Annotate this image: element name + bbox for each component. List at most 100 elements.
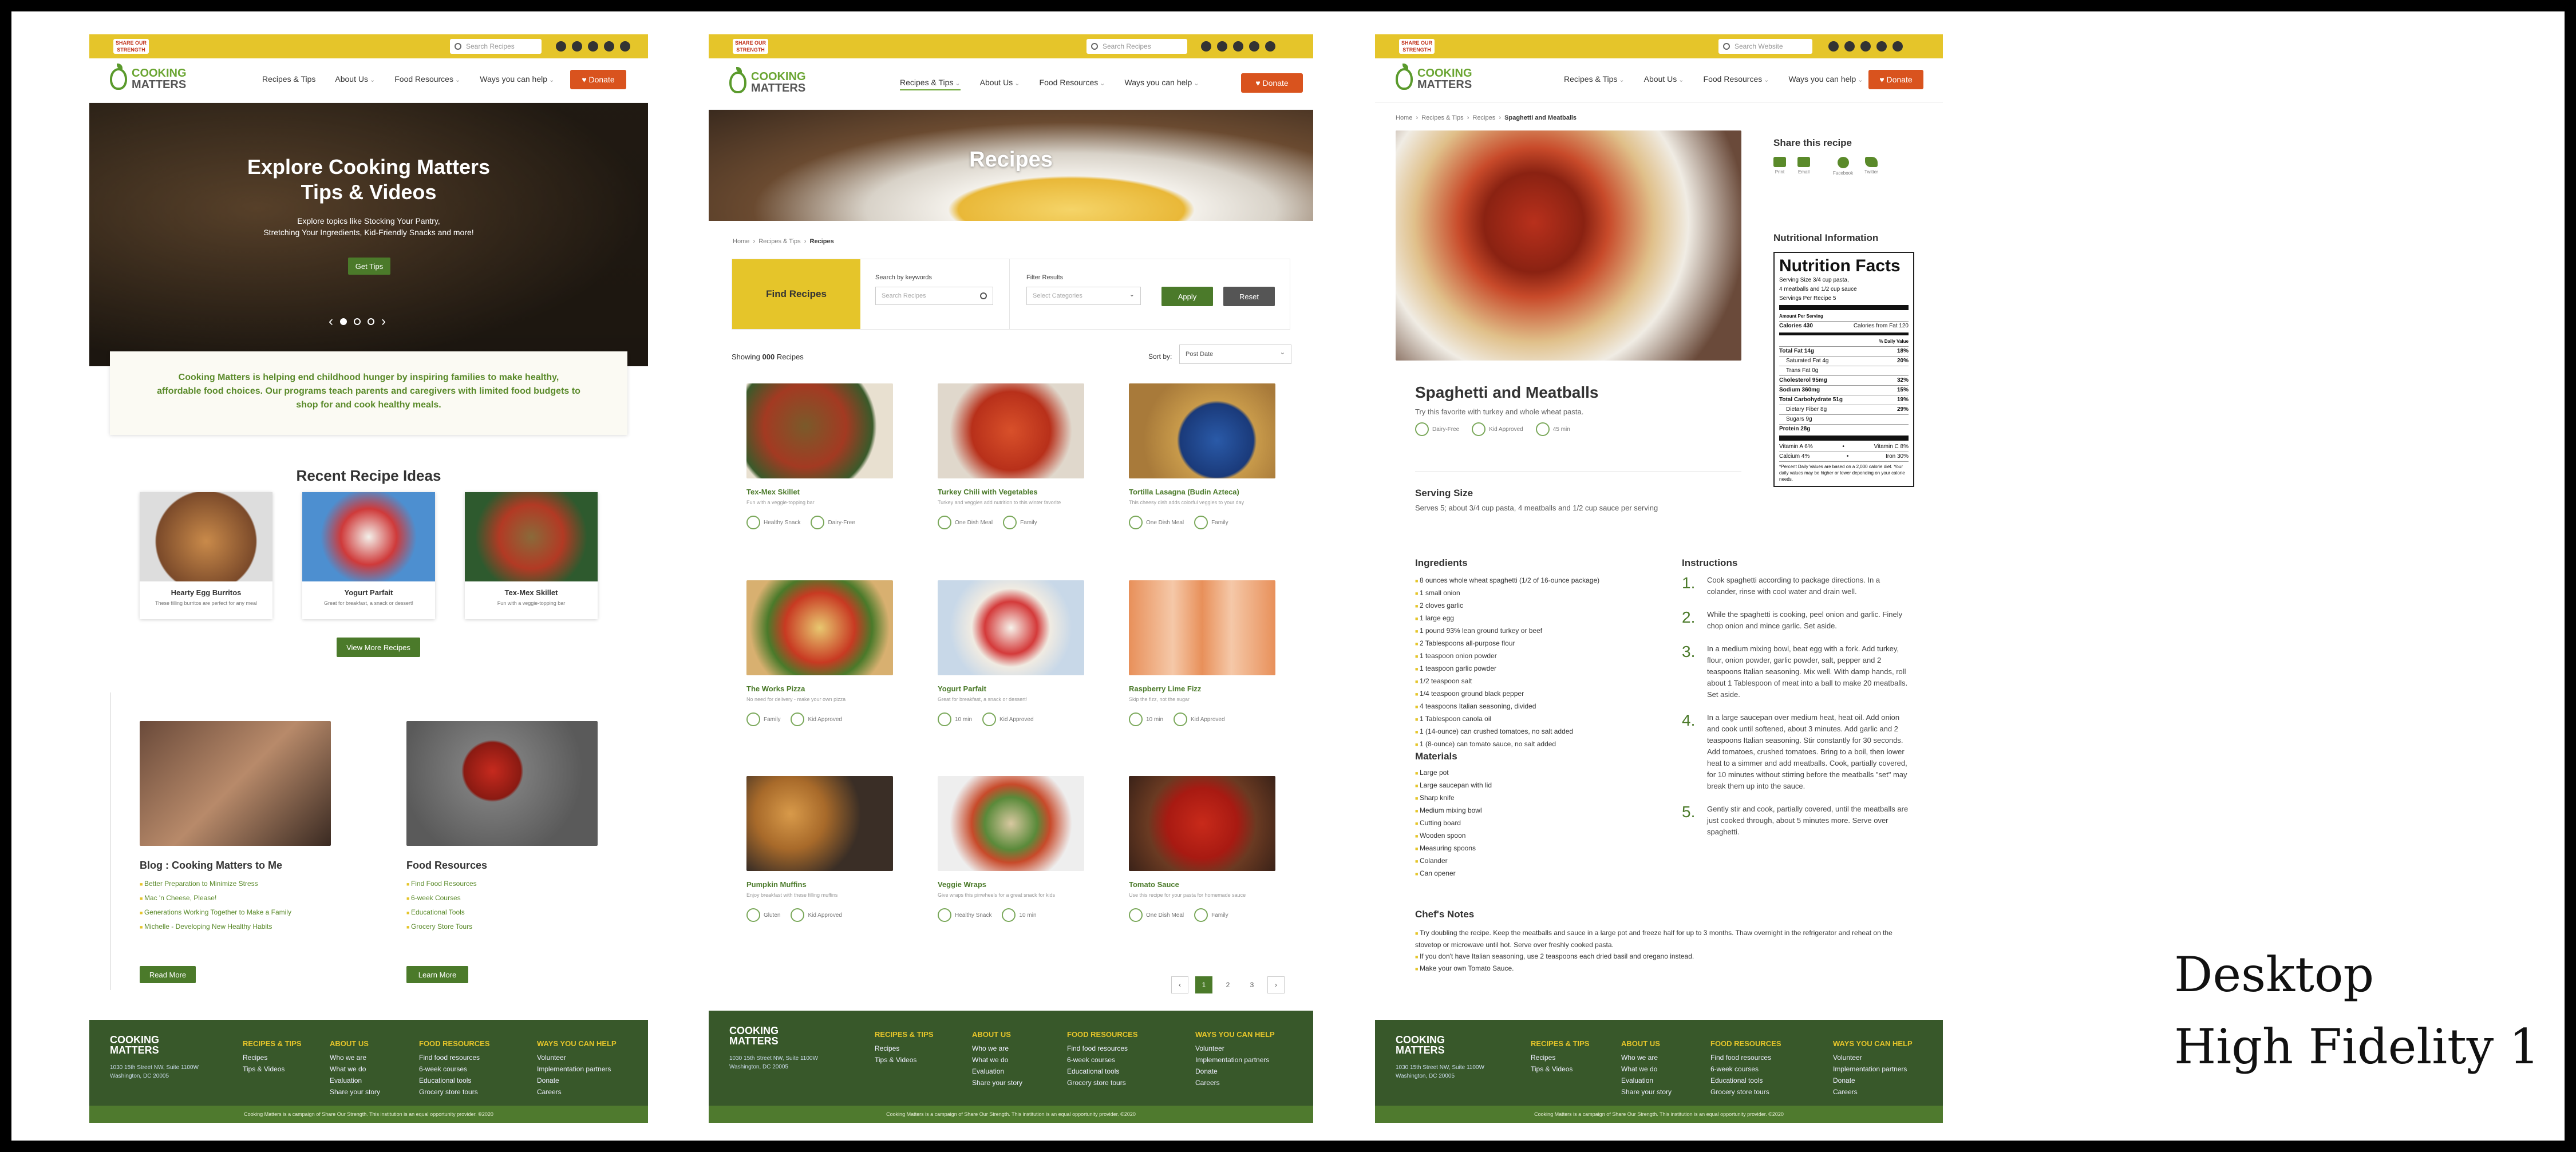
twitter-icon[interactable]: [1860, 41, 1871, 52]
instagram-icon[interactable]: [1844, 41, 1855, 52]
email-icon[interactable]: [1893, 41, 1903, 52]
recipe-card[interactable]: Tex-Mex Skillet Fun with a veggie-topping…: [746, 383, 893, 529]
food-resources-link[interactable]: Educational Tools: [406, 905, 598, 920]
email-icon[interactable]: [1265, 41, 1275, 52]
keyword-search-input[interactable]: Search Recipes: [875, 287, 993, 305]
blog-link[interactable]: Generations Working Together to Make a F…: [140, 905, 331, 920]
recipe-card[interactable]: Pumpkin Muffins Enjoy breakfast with thes…: [746, 776, 893, 922]
blog-link[interactable]: Mac 'n Cheese, Please!: [140, 891, 331, 905]
recipe-card[interactable]: Yogurt Parfait Great for breakfast, a sna…: [302, 492, 435, 619]
youtube-icon[interactable]: [1249, 41, 1259, 52]
read-more-button[interactable]: Read More: [140, 966, 196, 983]
recipe-card[interactable]: Tex-Mex Skillet Fun with a veggie-topping…: [465, 492, 598, 619]
nav-food-resources[interactable]: Food Resources: [394, 74, 460, 84]
main-nav: COOKINGMATTERS Recipes & Tips About Us F…: [709, 58, 1313, 110]
reset-button[interactable]: Reset: [1223, 287, 1275, 306]
search-input[interactable]: Search Recipes: [450, 39, 542, 54]
nav-about-us[interactable]: About Us: [335, 74, 375, 84]
blog-link[interactable]: Better Preparation to Minimize Stress: [140, 877, 331, 891]
cooking-matters-logo[interactable]: COOKING MATTERS: [729, 67, 806, 94]
nav-ways-to-help[interactable]: Ways you can help: [1125, 78, 1199, 90]
footer-logo[interactable]: COOKING MATTERS 1030 15th Street NW, Suite…: [729, 1026, 818, 1071]
next-page-button[interactable]: ›: [1267, 976, 1285, 993]
food-resources-link[interactable]: 6-week Courses: [406, 891, 598, 905]
facebook-icon[interactable]: [1828, 41, 1839, 52]
cooking-matters-logo[interactable]: COOKING MATTERS: [110, 64, 187, 90]
prev-page-button[interactable]: ‹: [1171, 976, 1188, 993]
nav-ways-to-help[interactable]: Ways you can help: [480, 74, 554, 84]
recipes-banner: Recipes: [709, 110, 1313, 221]
get-tips-button[interactable]: Get Tips: [348, 258, 390, 275]
page-1-button[interactable]: 1: [1195, 976, 1212, 993]
carousel-dot[interactable]: [354, 318, 361, 325]
recipe-card[interactable]: Hearty Egg Burritos These filling burrito…: [140, 492, 272, 619]
instructions-title: Instructions: [1682, 557, 1738, 568]
blog-link[interactable]: Michelle - Developing New Healthy Habits: [140, 920, 331, 934]
view-more-recipes-button[interactable]: View More Recipes: [337, 638, 420, 657]
youtube-icon[interactable]: [1876, 41, 1887, 52]
recipe-card[interactable]: Raspberry Lime Fizz Skip the fizz, not th…: [1129, 580, 1275, 726]
carousel-next-icon[interactable]: ›: [381, 314, 386, 330]
nav-about-us[interactable]: About Us: [980, 78, 1020, 90]
facebook-icon[interactable]: [1201, 41, 1211, 52]
nav-recipes-tips[interactable]: Recipes & Tips: [262, 74, 315, 84]
food-resources-title: Food Resources: [406, 860, 488, 871]
share-our-strength-logo[interactable]: SHARE OUR STRENGTH: [1399, 39, 1435, 54]
facebook-icon[interactable]: [556, 41, 566, 52]
twitter-icon[interactable]: [588, 41, 598, 52]
donate-button[interactable]: ♥ Donate: [1241, 73, 1303, 93]
share-our-strength-logo[interactable]: SHARE OUR STRENGTH: [113, 39, 149, 54]
search-input[interactable]: Search Recipes: [1086, 39, 1187, 54]
page-2-button[interactable]: 2: [1219, 976, 1236, 993]
facebook-share-button[interactable]: Facebook: [1833, 157, 1853, 176]
donate-button[interactable]: ♥ Donate: [1868, 70, 1923, 89]
instagram-icon[interactable]: [572, 41, 582, 52]
share-our-strength-logo[interactable]: SHARE OUR STRENGTH: [733, 39, 768, 54]
nutrition-title: Nutritional Information: [1773, 232, 1879, 243]
recipe-card[interactable]: Turkey Chili with Vegetables Turkey and v…: [938, 383, 1084, 529]
instagram-icon[interactable]: [1217, 41, 1227, 52]
category-select[interactable]: Select Categories ⌄: [1026, 287, 1141, 305]
nav-recipes-tips[interactable]: Recipes & Tips: [1564, 74, 1625, 84]
footer-col-help: WAYS YOU CAN HELP Volunteer Implementation…: [537, 1039, 617, 1096]
email-share-button[interactable]: Email: [1797, 157, 1810, 176]
recipe-card[interactable]: Tortilla Lasagna (Budin Azteca) This chee…: [1129, 383, 1275, 529]
recipe-card[interactable]: Veggie Wraps Give wraps this pinwheels fo…: [938, 776, 1084, 922]
food-resources-link[interactable]: Find Food Resources: [406, 877, 598, 891]
learn-more-button[interactable]: Learn More: [406, 966, 468, 983]
recipe-card[interactable]: Tomato Sauce Use this recipe for your pas…: [1129, 776, 1275, 922]
carousel-dot[interactable]: [340, 318, 347, 325]
recipe-image: [746, 776, 893, 871]
page-3-button[interactable]: 3: [1243, 976, 1261, 993]
search-icon: [1723, 43, 1730, 50]
site-footer: COOKING MATTERS 1030 15th Street NW, Suite…: [89, 1020, 648, 1123]
nav-food-resources[interactable]: Food Resources: [1704, 74, 1769, 84]
nav-food-resources[interactable]: Food Resources: [1040, 78, 1105, 90]
utility-bar: SHARE OUR STRENGTH Search Recipes: [709, 34, 1313, 58]
nav-recipes-tips[interactable]: Recipes & Tips: [900, 78, 961, 90]
twitter-icon[interactable]: [1233, 41, 1243, 52]
cooking-matters-logo[interactable]: COOKING MATTERS: [1396, 64, 1472, 90]
chefs-notes-list: Try doubling the recipe. Keep the meatba…: [1415, 927, 1907, 975]
recipe-card[interactable]: Yogurt Parfait Great for breakfast, a sna…: [938, 580, 1084, 726]
carousel-dot[interactable]: [368, 318, 374, 325]
nav-ways-to-help[interactable]: Ways you can help: [1789, 74, 1863, 84]
print-button[interactable]: Print: [1773, 157, 1786, 176]
footer-col-about: ABOUT US Who we are What we do Evaluation Sh…: [972, 1030, 1023, 1087]
youtube-icon[interactable]: [604, 41, 614, 52]
footer-copyright: Cooking Matters is a campaign of Share O…: [709, 1106, 1313, 1123]
donate-button[interactable]: ♥ Donate: [570, 70, 626, 89]
nav-about-us[interactable]: About Us: [1644, 74, 1684, 84]
email-icon[interactable]: [620, 41, 630, 52]
twitter-share-button[interactable]: Twitter: [1864, 157, 1878, 176]
search-input[interactable]: Search Website: [1718, 39, 1812, 54]
recipe-image: [465, 492, 598, 581]
food-resources-link[interactable]: Grocery Store Tours: [406, 920, 598, 934]
footer-logo[interactable]: COOKING MATTERS 1030 15th Street NW, Suite…: [1396, 1035, 1484, 1080]
carousel-prev-icon[interactable]: ‹: [329, 314, 333, 330]
sort-select[interactable]: Post Date ⌄: [1179, 345, 1291, 364]
recipe-image: [938, 580, 1084, 675]
apply-button[interactable]: Apply: [1161, 287, 1213, 306]
footer-logo[interactable]: COOKING MATTERS 1030 15th Street NW, Suite…: [110, 1035, 199, 1080]
recipe-card[interactable]: The Works Pizza No need for delivery - ma…: [746, 580, 893, 726]
